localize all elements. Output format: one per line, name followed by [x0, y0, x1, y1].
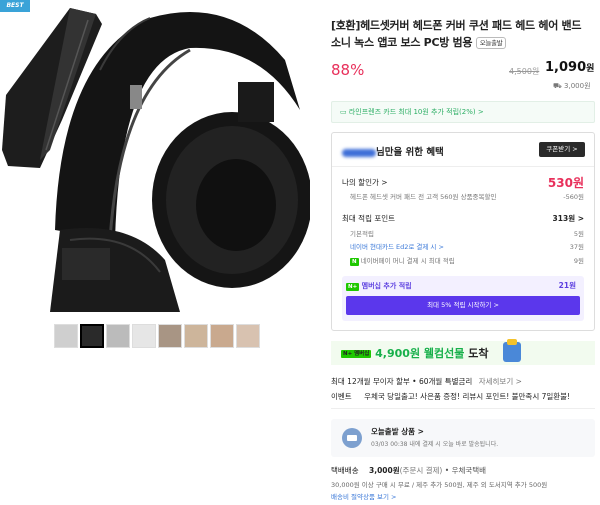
today-shipping-title: 오늘출발 상품 > — [371, 427, 424, 436]
sale-price-unit: 원 — [586, 64, 595, 74]
divider — [331, 408, 595, 409]
delivery-line: 택배배송 3,000원(주문시 결제) • 우체국택배 — [331, 465, 486, 476]
sale-price-value: 1,090 — [545, 60, 587, 75]
membership-icon: N+ — [346, 283, 360, 291]
gift-box-icon — [503, 339, 521, 362]
basic-points-row: 기본적립 5원 — [350, 228, 584, 238]
thumbnail-strip — [54, 324, 260, 348]
main-product-image[interactable]: BEST — [0, 0, 310, 312]
event-label: 이벤트 — [331, 392, 352, 401]
membership-box: N+ 멤버십 추가 적립 21원 최대 5% 적립 시작하기 > — [342, 276, 584, 321]
thumbnail-1[interactable] — [54, 324, 78, 348]
membership-label: N+ 멤버십 추가 적립 — [346, 281, 412, 291]
npay-row: N 네이버페이 머니 결제 시 최대 적립 9원 — [350, 255, 584, 266]
today-shipping-sub: 03/03 00:38 내에 결제 시 오늘 바로 발송됩니다. — [371, 441, 499, 448]
benefit-title: 님만을 위한 혜택 — [342, 144, 444, 158]
my-discount-row[interactable]: 나의 할인가 > 530원 — [342, 176, 584, 190]
delivery-fee-note: (주문시 결제) — [399, 466, 443, 475]
installment-link[interactable]: 자세히보기 > — [479, 377, 522, 386]
benefit-title-text: 님만을 위한 혜택 — [376, 147, 444, 158]
delivery-label: 택배배송 — [331, 466, 359, 475]
discount-rate: 88% — [331, 61, 365, 79]
benefit-box: 님만을 위한 혜택 쿠폰받기 > 나의 할인가 > 530원 헤드폰 헤드셋 커… — [331, 132, 595, 331]
installment-text: 최대 12개월 무이자 할부 • 60개월 특별금리 — [331, 377, 473, 386]
gift-suffix: 도착 — [464, 347, 489, 360]
card-promo-text: 라인프렌즈 카드 최대 10원 추가 적립(2%) > — [348, 108, 484, 116]
points-label: 최대 적립 포인트 — [342, 214, 396, 223]
gift-amount: 4,900원 웰컴선물 — [375, 347, 465, 360]
coupon-button[interactable]: 쿠폰받기 > — [539, 142, 585, 157]
my-discount-sub: 헤드폰 헤드셋 커버 패드 전 고객 560원 상품중복할인 — [350, 193, 497, 201]
divider — [332, 166, 594, 167]
original-price: 4,500원 — [509, 67, 540, 76]
user-name-blurred — [342, 148, 376, 157]
hyundai-card-row[interactable]: 네이버 현대카드 Ed2로 결제 시 > 37원 — [350, 241, 584, 251]
delivery-fee: 3,000원 — [369, 466, 400, 475]
points-value: 313원 > — [552, 214, 584, 223]
points-row[interactable]: 최대 적립 포인트 313원 > — [342, 213, 584, 224]
bundle-shipping-link[interactable]: 배송비 절약상품 보기 > — [331, 491, 396, 501]
thumbnail-3[interactable] — [106, 324, 130, 348]
gift-text: N+ 멤버십 4,900원 웰컴선물 도착 — [341, 345, 488, 361]
membership-start-button[interactable]: 최대 5% 적립 시작하기 > — [346, 296, 580, 315]
sale-price: 1,090원 — [545, 60, 594, 75]
delivery-carrier: • 우체국택배 — [444, 466, 487, 475]
hyundai-card-label: 네이버 현대카드 Ed2로 결제 시 > — [350, 243, 444, 251]
truck-icon — [342, 428, 362, 448]
event-line: 이벤트 우체국 당일출고! 사은품 증정! 리뷰시 포인트! 불만족시 7일환불… — [331, 391, 570, 402]
thumbnail-6[interactable] — [184, 324, 208, 348]
thumbnail-8[interactable] — [236, 324, 260, 348]
thumbnail-4[interactable] — [132, 324, 156, 348]
thumbnail-2[interactable] — [80, 324, 104, 348]
basic-points-value: 5원 — [573, 230, 584, 238]
best-badge: BEST — [0, 0, 30, 12]
welcome-gift-banner[interactable]: N+ 멤버십 4,900원 웰컴선물 도착 — [331, 339, 595, 365]
membership-label-text: 멤버십 추가 적립 — [361, 282, 412, 290]
event-text: 우체국 당일출고! 사은품 증정! 리뷰시 포인트! 불만족시 7일환불! — [364, 392, 571, 401]
thumbnail-5[interactable] — [158, 324, 182, 348]
installment-line: 최대 12개월 무이자 할부 • 60개월 특별금리 자세히보기 > — [331, 376, 522, 387]
npay-value: 9원 — [573, 257, 584, 265]
product-gallery: BEST — [0, 0, 312, 505]
my-discount-sub-row: 헤드폰 헤드셋 커버 패드 전 고객 560원 상품중복할인 -560원 — [350, 191, 584, 201]
headset-photo-icon — [0, 0, 310, 312]
today-ship-badge: 오늘출발 — [475, 37, 507, 49]
card-promo-bar[interactable]: ▭ 라인프렌즈 카드 최대 10원 추가 적립(2%) > — [331, 101, 595, 123]
product-title-text: [호환]헤드셋커버 헤드폰 커버 쿠션 패드 헤드 헤어 밴드 소니 녹스 앱코… — [331, 19, 582, 49]
my-discount-sub-value: -560원 — [563, 193, 584, 201]
my-discount-label: 나의 할인가 > — [342, 178, 388, 187]
thumbnail-7[interactable] — [210, 324, 234, 348]
today-shipping-box[interactable]: 오늘출발 상품 > 03/03 00:38 내에 결제 시 오늘 바로 발송됩니… — [331, 419, 595, 457]
delivery-extra: 30,000원 이상 구매 시 무료 / 제주 추가 500원, 제주 외 도서… — [331, 481, 548, 489]
hyundai-card-value: 37원 — [569, 243, 584, 251]
npay-icon: N — [350, 258, 359, 266]
product-title: [호환]헤드셋커버 헤드폰 커버 쿠션 패드 헤드 헤어 밴드 소니 녹스 앱코… — [331, 17, 591, 51]
npay-label: 네이버페이 머니 결제 시 최대 적립 — [360, 257, 455, 265]
shipping-fee-value: 3,000원 — [564, 82, 591, 90]
basic-points-label: 기본적립 — [350, 230, 374, 238]
my-discount-value: 530원 — [547, 176, 584, 190]
gift-tag: N+ 멤버십 — [341, 350, 372, 358]
shipping-fee-mini: ⛟ 3,000원 — [553, 82, 591, 90]
membership-value: 21원 — [558, 281, 576, 290]
